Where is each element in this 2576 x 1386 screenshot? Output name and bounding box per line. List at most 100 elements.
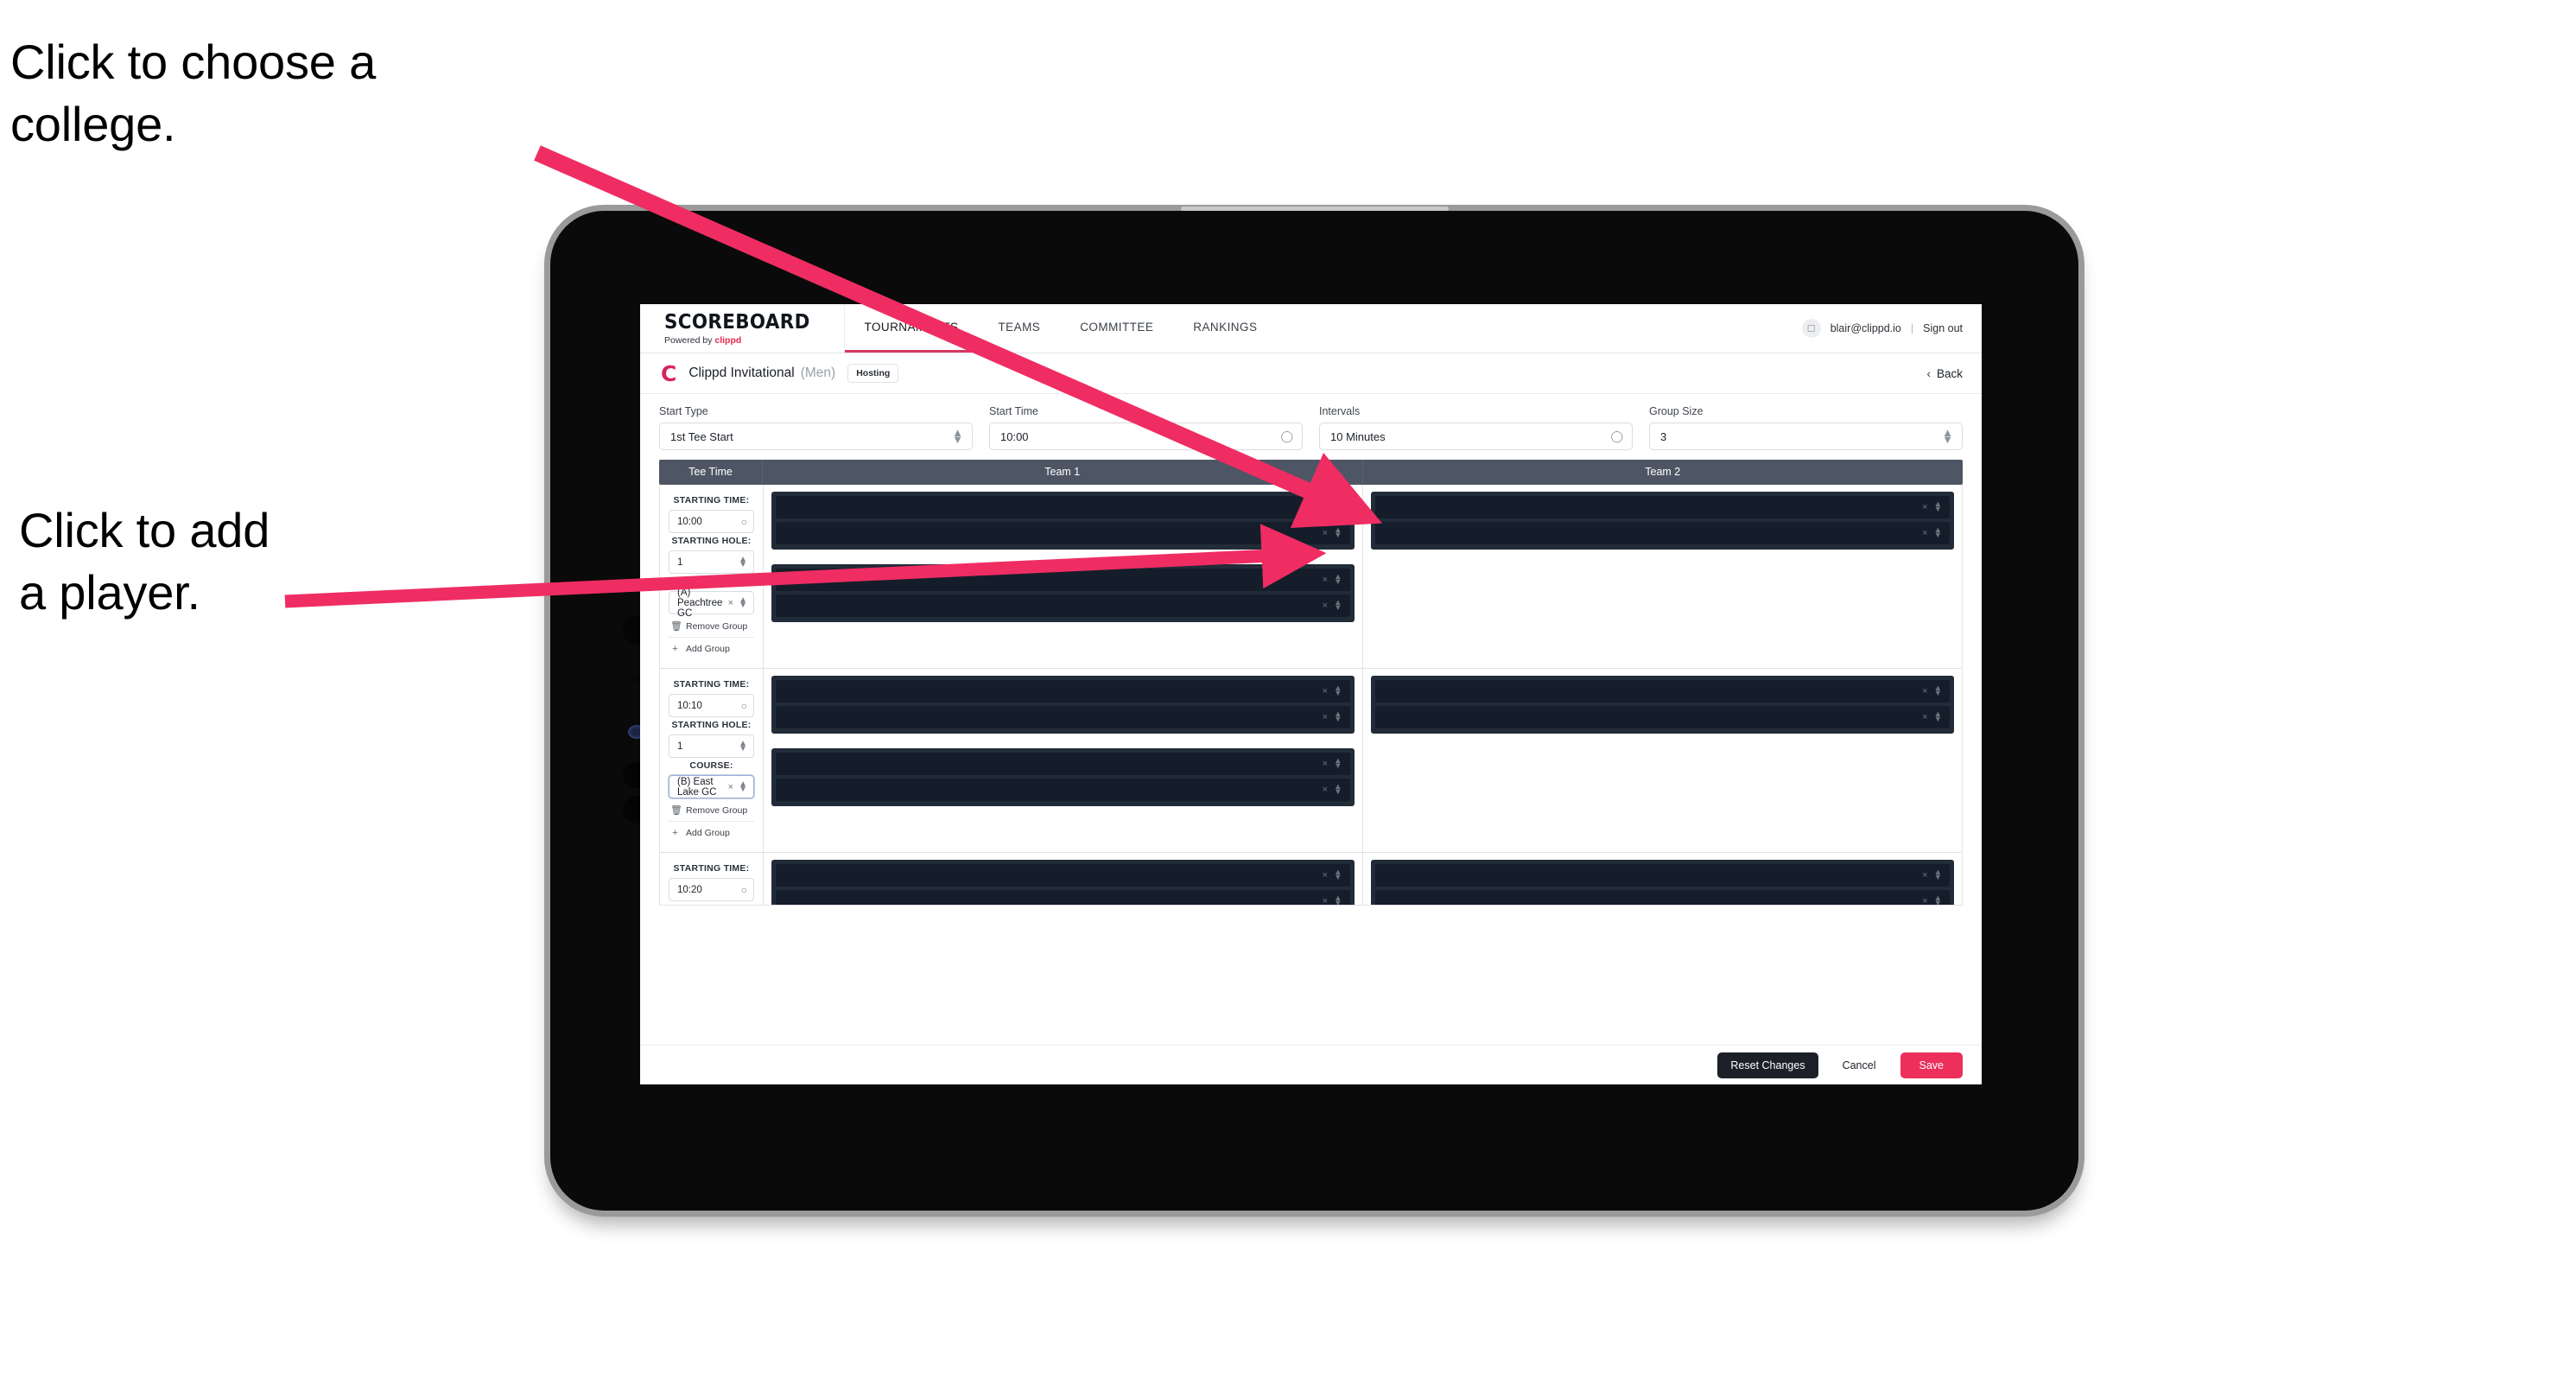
player-name-field[interactable]	[776, 779, 1323, 801]
save-button[interactable]: Save	[1900, 1052, 1963, 1078]
stepper-icon[interactable]: ▲ ▼	[739, 779, 747, 793]
player-name-field[interactable]	[776, 496, 1323, 518]
stepper-icon[interactable]: ▲ ▼	[1934, 526, 1942, 539]
reset-changes-button[interactable]: Reset Changes	[1717, 1052, 1818, 1078]
clock-icon[interactable]: ○	[741, 884, 747, 896]
clear-player-icon[interactable]: ×	[1323, 785, 1328, 795]
group-size-select[interactable]: 3 ▲ ▼	[1649, 423, 1963, 450]
player-slot-row[interactable]: × ▲ ▼	[1374, 496, 1950, 518]
nav-tab-tournaments[interactable]: TOURNAMENTS	[844, 304, 979, 353]
stepper-icon[interactable]: ▲ ▼	[1334, 684, 1342, 697]
stepper-icon[interactable]: ▲ ▼	[1934, 894, 1942, 905]
stepper-icon[interactable]: ▲ ▼	[1334, 868, 1342, 881]
remove-group-button[interactable]: 🗑 Remove Group	[669, 614, 754, 638]
stepper-icon[interactable]: ▲ ▼	[1934, 710, 1942, 723]
starting-time-field[interactable]: 10:20 ○	[669, 878, 754, 901]
nav-tab-committee[interactable]: COMMITTEE	[1060, 304, 1173, 353]
starting-hole-field[interactable]: 1 ▲ ▼	[669, 550, 754, 574]
stepper-icon[interactable]: ▲ ▼	[1334, 757, 1342, 770]
player-slot-row[interactable]: × ▲ ▼	[776, 594, 1350, 617]
stepper-icon[interactable]: ▲ ▼	[1334, 710, 1342, 723]
intervals-input[interactable]: 10 Minutes ◯	[1319, 423, 1633, 450]
back-button[interactable]: ‹ Back	[1926, 366, 1963, 380]
starting-time-field[interactable]: 10:00 ○	[669, 510, 754, 533]
clock-icon[interactable]: ○	[741, 516, 747, 528]
nav-tab-teams[interactable]: TEAMS	[978, 304, 1060, 353]
clear-player-icon[interactable]: ×	[1922, 686, 1927, 696]
stepper-icon[interactable]: ▲ ▼	[1334, 783, 1342, 796]
nav-tab-rankings[interactable]: RANKINGS	[1173, 304, 1277, 353]
clear-player-icon[interactable]: ×	[1323, 601, 1328, 611]
player-slot-row[interactable]: × ▲ ▼	[776, 779, 1350, 801]
clock-icon[interactable]: ◯	[1280, 429, 1293, 443]
start-type-select[interactable]: 1st Tee Start ▲ ▼	[659, 423, 973, 450]
clear-player-icon[interactable]: ×	[1323, 686, 1328, 696]
player-slot-row[interactable]: × ▲ ▼	[1374, 522, 1950, 544]
stepper-icon[interactable]: ▲ ▼	[1334, 599, 1342, 612]
player-name-field[interactable]	[1375, 706, 1923, 728]
clear-player-icon[interactable]: ×	[1922, 870, 1927, 881]
stepper-icon[interactable]: ▲ ▼	[739, 595, 747, 609]
player-name-field[interactable]	[1375, 680, 1923, 703]
player-name-field[interactable]	[1375, 890, 1923, 905]
stepper-icon[interactable]: ▲ ▼	[1942, 427, 1953, 445]
player-slot-row[interactable]: × ▲ ▼	[776, 569, 1350, 591]
stepper-icon[interactable]: ▲ ▼	[952, 427, 963, 445]
clear-player-icon[interactable]: ×	[1922, 528, 1927, 538]
player-slot-row[interactable]: × ▲ ▼	[776, 522, 1350, 544]
clear-player-icon[interactable]: ×	[1323, 870, 1328, 881]
player-name-field[interactable]	[1375, 864, 1923, 887]
player-name-field[interactable]	[1375, 496, 1923, 518]
player-slot-row[interactable]: × ▲ ▼	[776, 680, 1350, 703]
add-group-button[interactable]: + Add Group	[669, 822, 754, 843]
stepper-icon[interactable]: ▲ ▼	[739, 739, 747, 753]
cancel-button[interactable]: Cancel	[1832, 1052, 1887, 1078]
stepper-icon[interactable]: ▲ ▼	[1334, 526, 1342, 539]
player-name-field[interactable]	[776, 706, 1323, 728]
stepper-icon[interactable]: ▲ ▼	[1934, 500, 1942, 513]
clear-player-icon[interactable]: ×	[1323, 502, 1328, 512]
player-name-field[interactable]	[776, 522, 1323, 544]
clock-icon[interactable]: ○	[741, 700, 747, 712]
clear-player-icon[interactable]: ×	[1323, 712, 1328, 722]
add-group-button[interactable]: + Add Group	[669, 638, 754, 659]
stepper-icon[interactable]: ▲ ▼	[1334, 894, 1342, 905]
sign-out-link[interactable]: Sign out	[1923, 322, 1963, 334]
starting-time-field[interactable]: 10:10 ○	[669, 694, 754, 717]
player-name-field[interactable]	[776, 753, 1323, 775]
brand-logo[interactable]: SCOREBOARD Powered by clippd	[640, 304, 845, 353]
player-slot-row[interactable]: × ▲ ▼	[1374, 706, 1950, 728]
user-avatar-icon[interactable]: ☐	[1801, 319, 1821, 338]
clear-player-icon[interactable]: ×	[1323, 575, 1328, 585]
player-slot-row[interactable]: × ▲ ▼	[776, 890, 1350, 905]
clear-player-icon[interactable]: ×	[1323, 759, 1328, 769]
starting-hole-field[interactable]: 1 ▲ ▼	[669, 734, 754, 758]
player-slot-row[interactable]: × ▲ ▼	[1374, 680, 1950, 703]
course-field[interactable]: (A) Peachtree GC × ▲ ▼	[669, 588, 754, 619]
clock-icon[interactable]: ◯	[1610, 429, 1623, 443]
stepper-icon[interactable]: ▲ ▼	[1334, 500, 1342, 513]
player-name-field[interactable]	[776, 594, 1323, 617]
course-field[interactable]: (B) East Lake GC × ▲ ▼	[669, 775, 754, 798]
clear-player-icon[interactable]: ×	[1922, 896, 1927, 905]
stepper-icon[interactable]: ▲ ▼	[739, 555, 747, 569]
player-slot-row[interactable]: × ▲ ▼	[776, 753, 1350, 775]
clear-player-icon[interactable]: ×	[1922, 712, 1927, 722]
stepper-icon[interactable]: ▲ ▼	[1934, 684, 1942, 697]
player-slot-row[interactable]: × ▲ ▼	[1374, 890, 1950, 905]
player-name-field[interactable]	[776, 569, 1323, 591]
clear-player-icon[interactable]: ×	[1323, 896, 1328, 905]
remove-group-button[interactable]: 🗑 Remove Group	[669, 798, 754, 822]
clear-player-icon[interactable]: ×	[1922, 502, 1927, 512]
clear-player-icon[interactable]: ×	[1323, 528, 1328, 538]
stepper-icon[interactable]: ▲ ▼	[1334, 573, 1342, 586]
player-slot-row[interactable]: × ▲ ▼	[776, 496, 1350, 518]
player-name-field[interactable]	[776, 864, 1323, 887]
player-slot-row[interactable]: × ▲ ▼	[1374, 864, 1950, 887]
player-slot-row[interactable]: × ▲ ▼	[776, 864, 1350, 887]
clear-course-icon[interactable]: ×	[728, 598, 733, 608]
clear-course-icon[interactable]: ×	[728, 782, 733, 792]
player-slot-row[interactable]: × ▲ ▼	[776, 706, 1350, 728]
player-name-field[interactable]	[776, 680, 1323, 703]
start-time-input[interactable]: 10:00 ◯	[989, 423, 1303, 450]
